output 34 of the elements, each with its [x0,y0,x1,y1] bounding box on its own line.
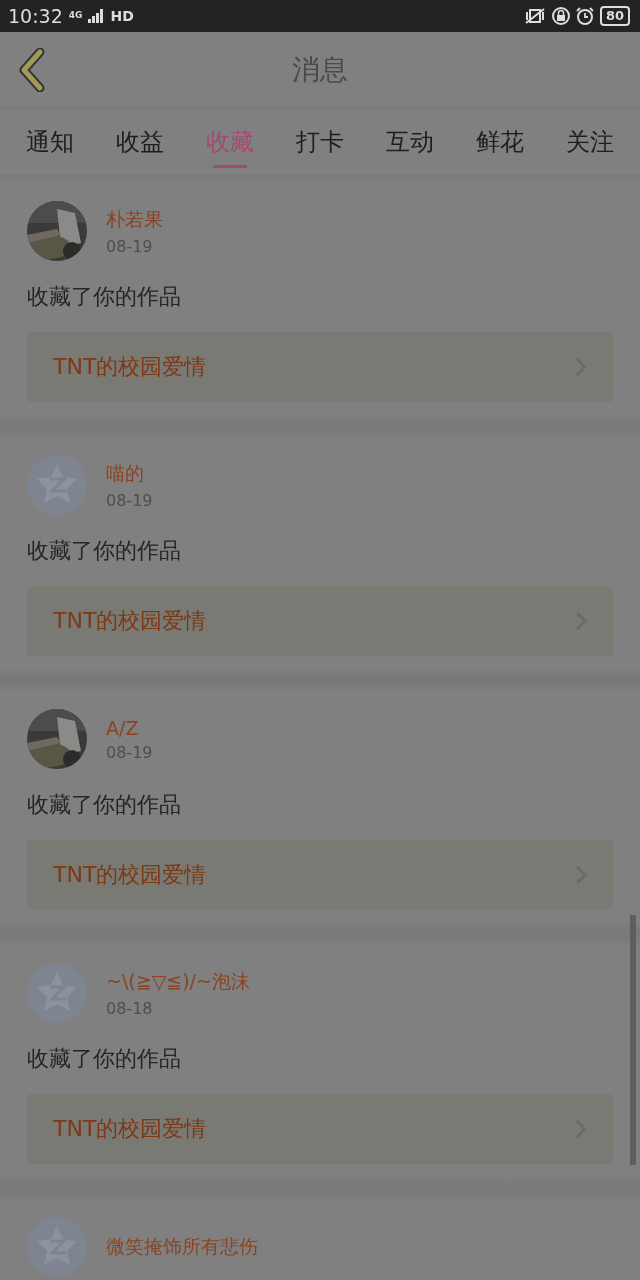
message-text: 收藏了你的作品 [27,791,182,819]
vibrate-off-icon [523,7,546,25]
work-title: TNT的校园爱情 [53,353,207,381]
default-avatar-icon [27,963,87,1023]
clock-time: 10:32 [8,5,63,27]
lock-icon [551,7,570,25]
user-name[interactable]: 朴若果 [106,206,163,233]
signal-icon [88,9,105,23]
message-text: 收藏了你的作品 [27,283,182,311]
hd-label: HD [110,8,134,24]
tab[interactable]: 打卡 [275,116,365,168]
message-text: 收藏了你的作品 [27,537,182,565]
message-text: 收藏了你的作品 [27,1045,182,1073]
network-label: 4G [68,10,83,20]
tab[interactable]: 互动 [365,116,455,168]
tab[interactable]: 关注 [545,116,635,168]
user-name[interactable]: ~\(≧▽≦)/~泡沫 [106,968,250,995]
user-name[interactable]: 喵的 [106,460,153,487]
work-title: TNT的校园爱情 [53,607,207,635]
work-link[interactable]: TNT的校园爱情 [27,1094,613,1164]
battery-indicator: 80 [599,6,630,26]
default-avatar-icon [27,1217,87,1277]
work-link[interactable]: TNT的校园爱情 [27,332,613,402]
work-link[interactable]: TNT的校园爱情 [27,840,613,910]
user-name[interactable]: A/Z [106,716,153,739]
tab[interactable]: 通知 [5,116,95,168]
work-title: TNT的校园爱情 [53,1115,207,1143]
work-link[interactable]: TNT的校园爱情 [27,586,613,656]
default-avatar-icon [27,455,87,515]
tab[interactable]: 鲜花 [455,116,545,168]
user-name[interactable]: 微笑掩饰所有悲伤 [106,1234,258,1260]
alarm-icon [575,7,594,25]
work-title: TNT的校园爱情 [53,861,207,889]
tab[interactable]: 收益 [95,116,185,168]
